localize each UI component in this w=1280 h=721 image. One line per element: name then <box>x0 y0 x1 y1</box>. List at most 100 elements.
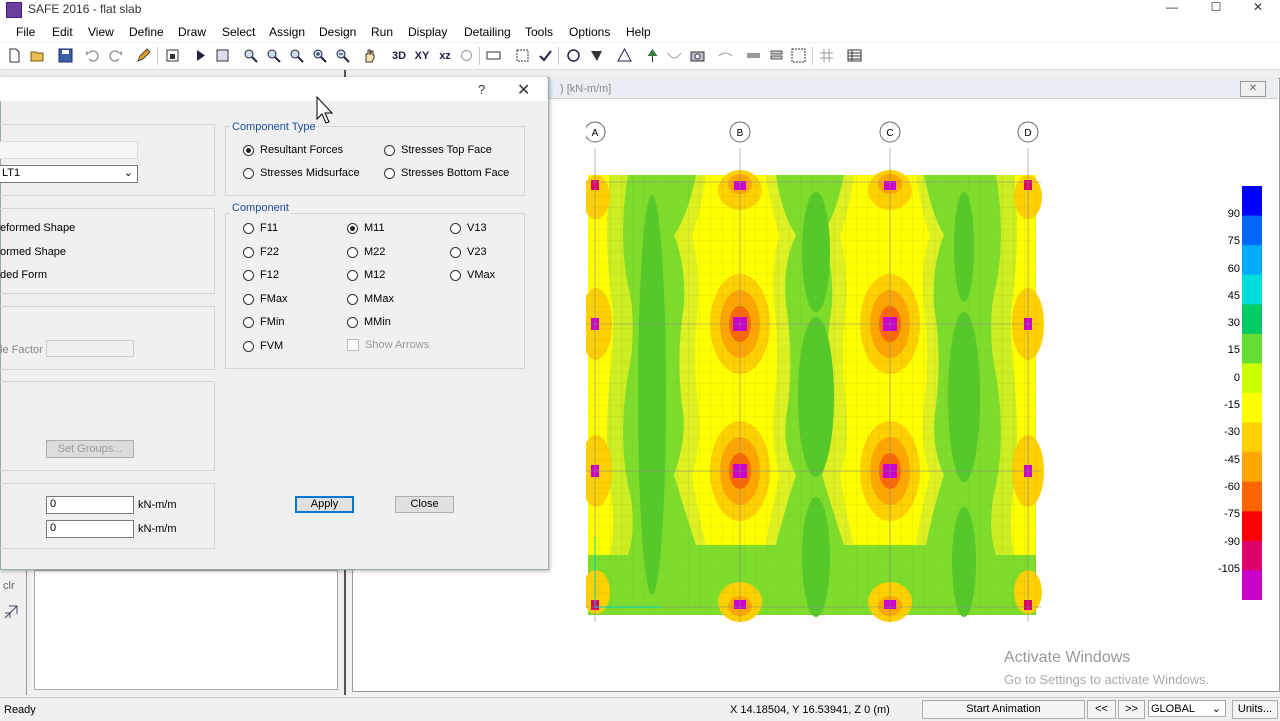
menu-detailing[interactable]: Detailing <box>464 25 511 39</box>
save-icon[interactable] <box>57 47 74 64</box>
radio-fmax[interactable]: FMax <box>243 293 288 305</box>
perspective-icon[interactable] <box>485 47 502 64</box>
menu-tools[interactable]: Tools <box>525 25 553 39</box>
radio-f22[interactable]: F22 <box>243 246 279 258</box>
radio-v23[interactable]: V23 <box>450 246 487 258</box>
start-animation-button[interactable]: Start Animation <box>922 700 1085 719</box>
previous-button[interactable]: << <box>1087 700 1116 719</box>
plot-window-close-button[interactable]: ✕ <box>1240 81 1266 97</box>
radio-v13[interactable]: V13 <box>450 222 487 234</box>
radio-resultant-forces[interactable]: Resultant Forces <box>243 144 343 156</box>
grid-label-c: C <box>886 128 893 139</box>
radio-m22[interactable]: M22 <box>347 246 385 258</box>
model-explorer-area[interactable] <box>34 570 338 690</box>
pin-icon[interactable] <box>3 604 19 620</box>
dialog-help-button[interactable]: ? <box>478 82 485 97</box>
radio-m12[interactable]: M12 <box>347 269 385 281</box>
view-xy-button[interactable]: XY <box>411 47 433 64</box>
radio-stresses-bottom-face[interactable]: Stresses Bottom Face <box>384 167 509 179</box>
legend-label: -90 <box>1224 536 1240 548</box>
radio-mmax[interactable]: MMax <box>347 293 394 305</box>
menu-display[interactable]: Display <box>408 25 447 39</box>
circle-draw-icon[interactable] <box>565 47 582 64</box>
option-shaded-form[interactable]: ded Form <box>0 269 47 281</box>
menu-select[interactable]: Select <box>222 25 255 39</box>
menu-design[interactable]: Design <box>319 25 356 39</box>
radio-stresses-midsurface[interactable]: Stresses Midsurface <box>243 167 360 179</box>
range-unit-label: kN-m/m <box>138 523 177 535</box>
pan-hand-icon[interactable] <box>361 47 378 64</box>
zoom-rubber-band-icon[interactable] <box>242 47 259 64</box>
view-xz-button[interactable]: xz <box>434 47 456 64</box>
dialog-title-bar[interactable] <box>0 77 547 101</box>
load-case-select[interactable]: LT1 ⌄ <box>0 165 138 183</box>
radio-stresses-top-face[interactable]: Stresses Top Face <box>384 144 492 156</box>
run-icon[interactable] <box>192 47 209 64</box>
left-divider <box>26 565 27 695</box>
maximize-button[interactable]: ☐ <box>1196 0 1236 16</box>
undo-icon[interactable] <box>84 47 101 64</box>
design-strip-icon[interactable] <box>745 47 762 64</box>
menu-assign[interactable]: Assign <box>269 25 305 39</box>
close-button[interactable]: Close <box>395 496 454 513</box>
layers-icon[interactable] <box>768 47 785 64</box>
menu-edit[interactable]: Edit <box>52 25 73 39</box>
legend-label: -75 <box>1224 508 1240 520</box>
minimize-button[interactable]: — <box>1152 0 1192 16</box>
coordinate-system-select[interactable]: GLOBAL ⌄ <box>1148 700 1226 717</box>
menu-view[interactable]: View <box>88 25 114 39</box>
deformed-shape-icon[interactable] <box>588 47 605 64</box>
next-button[interactable]: >> <box>1118 700 1145 719</box>
legend-label: -105 <box>1217 563 1240 575</box>
option-deformed-shape[interactable]: ormed Shape <box>0 246 66 258</box>
grid-icon[interactable] <box>818 47 835 64</box>
table-icon[interactable] <box>846 47 863 64</box>
strip-icon[interactable] <box>717 47 734 64</box>
select-object-icon[interactable] <box>514 47 531 64</box>
zoom-out-icon[interactable] <box>334 47 351 64</box>
radio-fvm[interactable]: FVM <box>243 340 283 352</box>
new-file-icon[interactable] <box>6 47 23 64</box>
units-button[interactable]: Units... <box>1232 700 1278 719</box>
dotted-select-icon[interactable] <box>790 47 807 64</box>
menu-define[interactable]: Define <box>129 25 164 39</box>
moment-diagram-icon[interactable] <box>666 47 683 64</box>
menu-file[interactable]: File <box>16 25 35 39</box>
legend-label: -60 <box>1224 481 1240 493</box>
redo-icon[interactable] <box>107 47 124 64</box>
display-type-field[interactable] <box>0 141 138 159</box>
zoom-in-icon[interactable] <box>311 47 328 64</box>
camera-icon[interactable] <box>689 47 706 64</box>
contour-range-max-input[interactable]: 0 <box>46 496 134 514</box>
zoom-full-icon[interactable] <box>265 47 282 64</box>
dialog-close-icon[interactable]: ✕ <box>517 80 530 100</box>
legend-swatch <box>1242 215 1262 246</box>
lock-icon[interactable] <box>164 47 181 64</box>
rotate-view-icon[interactable] <box>458 47 475 64</box>
menu-help[interactable]: Help <box>626 25 651 39</box>
radio-mmin[interactable]: MMin <box>347 316 391 328</box>
option-undeformed-shape[interactable]: eformed Shape <box>0 222 75 234</box>
menu-draw[interactable]: Draw <box>178 25 206 39</box>
open-folder-icon[interactable] <box>29 47 46 64</box>
radio-vmax[interactable]: VMax <box>450 269 495 281</box>
close-window-button[interactable]: ✕ <box>1238 0 1278 16</box>
warning-triangle-icon[interactable] <box>616 47 633 64</box>
menu-options[interactable]: Options <box>569 25 610 39</box>
menu-run[interactable]: Run <box>371 25 393 39</box>
radio-dot <box>243 144 254 156</box>
pencil-icon[interactable] <box>135 47 152 64</box>
apply-button[interactable]: Apply <box>295 496 354 513</box>
contour-range-min-input[interactable]: 0 <box>46 520 134 538</box>
refresh-window-icon[interactable] <box>214 47 231 64</box>
zoom-previous-icon[interactable] <box>288 47 305 64</box>
radio-f12[interactable]: F12 <box>243 269 279 281</box>
legend-swatch <box>1242 245 1262 276</box>
support-icon[interactable] <box>644 47 661 64</box>
radio-f11[interactable]: F11 <box>243 222 278 234</box>
radio-fmin[interactable]: FMin <box>243 316 284 328</box>
view-3d-button[interactable]: 3D <box>388 47 410 64</box>
contour-range-group <box>0 483 215 549</box>
radio-m11[interactable]: M11 <box>347 222 385 234</box>
check-icon[interactable] <box>537 47 554 64</box>
